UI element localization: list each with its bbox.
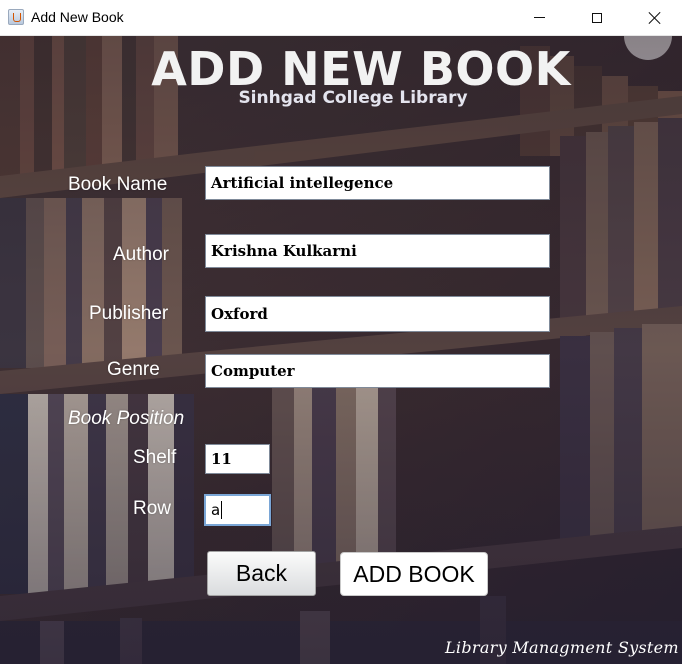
book-name-label: Book Name: [68, 174, 168, 195]
genre-label: Genre: [107, 359, 160, 380]
close-button[interactable]: [626, 0, 682, 35]
author-input[interactable]: Krishna Kulkarni: [205, 234, 550, 268]
back-button[interactable]: Back: [207, 551, 316, 596]
java-app-icon: [8, 9, 24, 25]
close-icon: [648, 11, 662, 25]
genre-input[interactable]: Computer: [205, 354, 550, 388]
publisher-label: Publisher: [89, 303, 169, 324]
publisher-input[interactable]: Oxford: [205, 296, 550, 332]
book-position-heading: Book Position: [68, 408, 185, 429]
title-bar: Add New Book: [0, 0, 682, 36]
author-value: Krishna Kulkarni: [211, 242, 357, 260]
text-caret: [221, 501, 223, 519]
window-title: Add New Book: [31, 9, 124, 25]
book-name-input[interactable]: Artificial intellegence: [205, 166, 550, 200]
row-label: Row: [133, 498, 172, 519]
publisher-value: Oxford: [211, 305, 268, 323]
genre-value: Computer: [211, 362, 295, 380]
row-value: a: [211, 501, 221, 519]
book-name-value: Artificial intellegence: [211, 174, 394, 192]
minimize-icon: [533, 17, 545, 18]
add-book-button[interactable]: ADD BOOK: [340, 552, 488, 596]
minimize-button[interactable]: [510, 0, 568, 35]
page-subtitle: Sinhgad College Library: [238, 88, 468, 108]
maximize-icon: [592, 12, 602, 23]
row-input[interactable]: a: [204, 494, 271, 526]
maximize-button[interactable]: [568, 0, 626, 35]
main-panel: ADD NEW BOOK Sinhgad College Library Boo…: [0, 36, 682, 664]
shelf-value: 11: [211, 450, 232, 468]
author-label: Author: [113, 244, 169, 265]
shelf-label: Shelf: [133, 447, 177, 468]
footer-brand: Library Managment System: [445, 638, 679, 657]
shelf-input[interactable]: 11: [205, 444, 270, 474]
